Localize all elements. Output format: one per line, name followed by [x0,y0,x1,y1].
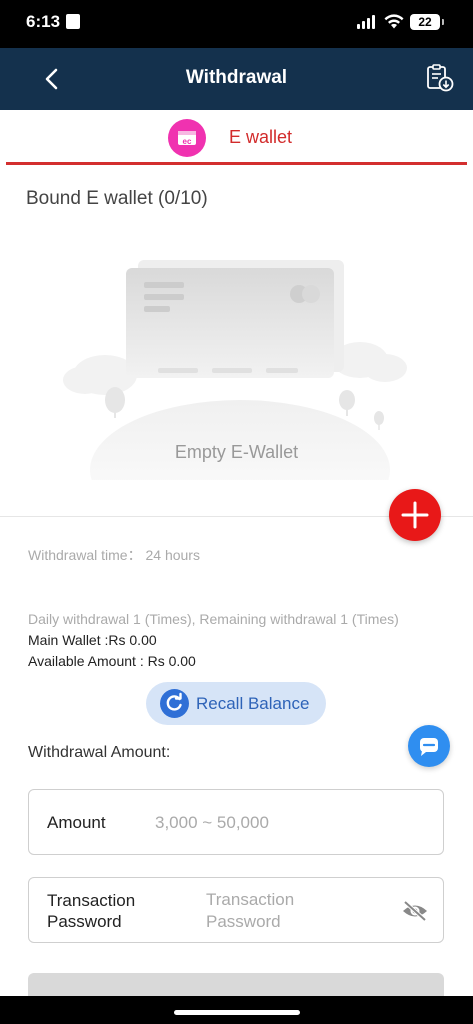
recall-balance-label: Recall Balance [196,694,310,713]
battery-icon: 22 [410,14,444,30]
transaction-password-field[interactable]: Transaction Password Transaction Passwor… [28,877,444,943]
cellular-signal-icon [357,15,377,29]
tab-e-wallet[interactable]: ec E wallet [6,110,467,165]
page-title: Withdrawal [185,67,288,88]
withdrawal-time-label: Withdrawal time： [28,547,142,563]
tab-active-indicator [6,162,467,165]
status-time: 6:13 [26,12,61,31]
add-wallet-button[interactable] [389,489,441,541]
chat-support-button[interactable] [408,725,450,767]
amount-field[interactable]: Amount 3,000 ~ 50,000 [28,789,444,855]
status-bar: 6:13 22 [0,0,473,48]
transaction-password-input[interactable]: Transaction Password [206,889,294,933]
home-indicator[interactable] [174,1010,300,1015]
tab-label: E wallet [229,127,293,147]
clipboard-download-icon[interactable] [425,63,455,93]
password-placeholder-line1: Transaction [206,890,295,909]
daily-withdrawal-info: Daily withdrawal 1 (Times), Remaining wi… [28,611,399,627]
password-label-line2: Password [47,912,122,931]
amount-input[interactable]: 3,000 ~ 50,000 [155,813,269,833]
wifi-icon [384,14,404,29]
wallet-icon: ec [168,119,206,157]
eye-off-icon[interactable] [401,899,429,923]
svg-text:ec: ec [183,137,192,146]
withdrawal-amount-label: Withdrawal Amount: [28,744,171,761]
nav-header: Withdrawal [0,48,473,110]
password-placeholder-line2: Password [206,912,281,931]
empty-wallet-label: Empty E-Wallet [174,442,299,462]
plus-icon [401,501,429,529]
available-amount: Available Amount : Rs 0.00 [28,653,196,669]
withdrawal-time: Withdrawal time： 24 hours [28,545,200,565]
app-indicator-icon [66,14,80,29]
password-label-line1: Transaction [47,891,136,910]
amount-label: Amount [47,813,106,832]
chat-bubble-icon [420,738,438,756]
bound-wallet-title: Bound E wallet (0/10) [26,188,208,209]
withdrawal-time-value: 24 hours [145,547,200,563]
refresh-icon [160,689,189,718]
recall-balance-button[interactable]: Recall Balance [146,682,326,725]
transaction-password-label: Transaction Password [47,890,135,932]
main-wallet-balance: Main Wallet :Rs 0.00 [28,632,157,648]
